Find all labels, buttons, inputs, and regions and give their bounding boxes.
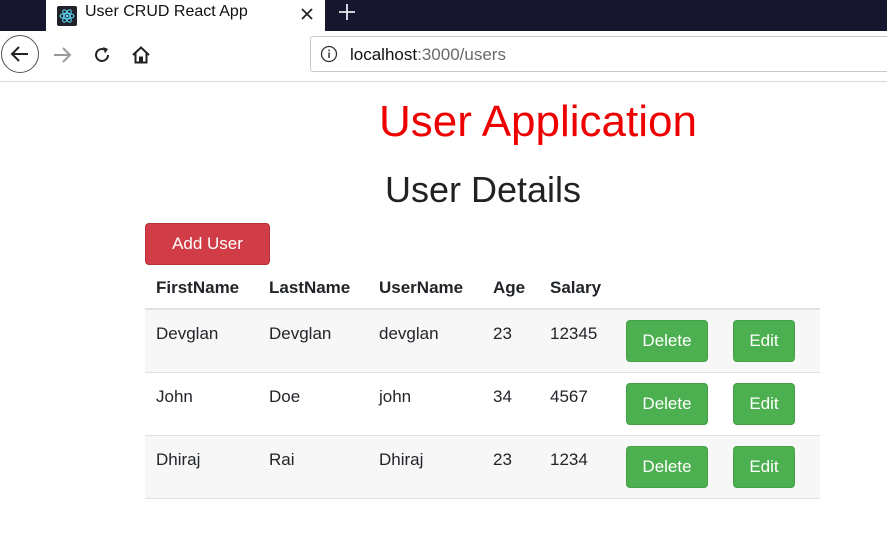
- cell-username: devglan: [379, 324, 439, 343]
- add-user-button[interactable]: Add User: [145, 223, 270, 265]
- edit-button[interactable]: Edit: [733, 446, 795, 488]
- edit-button[interactable]: Edit: [733, 383, 795, 425]
- delete-button[interactable]: Delete: [626, 383, 708, 425]
- column-header-salary: Salary: [550, 278, 602, 297]
- tab-strip: User CRUD React App: [0, 0, 887, 31]
- section-title: User Details: [385, 169, 582, 210]
- home-icon[interactable]: [128, 42, 154, 68]
- column-header-firstname: FirstName: [156, 278, 240, 297]
- url-text: localhost:3000/users: [350, 45, 506, 65]
- column-header-lastname: LastName: [269, 278, 351, 297]
- cell-username: Dhiraj: [379, 450, 424, 469]
- cell-age: 23: [493, 450, 512, 469]
- new-tab-icon[interactable]: [335, 0, 359, 24]
- cell-firstname: Dhiraj: [156, 450, 201, 469]
- table-row: Devglan Devglan devglan 23 12345 Delete …: [145, 310, 820, 373]
- cell-firstname: Devglan: [156, 324, 219, 343]
- back-arrow-icon[interactable]: [1, 35, 39, 73]
- info-icon[interactable]: [320, 45, 338, 63]
- cell-salary: 12345: [550, 324, 598, 343]
- cell-lastname: Doe: [269, 387, 301, 406]
- app-title: User Application: [379, 97, 697, 146]
- address-bar[interactable]: localhost:3000/users: [310, 36, 887, 72]
- users-table: FirstName LastName UserName Age Salary D…: [145, 268, 820, 499]
- reload-icon[interactable]: [89, 42, 115, 68]
- cell-salary: 1234: [550, 450, 588, 469]
- react-logo-icon: [57, 6, 77, 26]
- cell-lastname: Rai: [269, 450, 295, 469]
- delete-button[interactable]: Delete: [626, 320, 708, 362]
- forward-arrow-icon[interactable]: [48, 41, 76, 69]
- browser-tab[interactable]: User CRUD React App: [46, 0, 325, 31]
- delete-button[interactable]: Delete: [626, 446, 708, 488]
- column-header-username: UserName: [379, 278, 464, 297]
- cell-lastname: Devglan: [269, 324, 332, 343]
- cell-salary: 4567: [550, 387, 588, 406]
- close-tab-icon[interactable]: [297, 4, 317, 24]
- table-row: John Doe john 34 4567 Delete Edit: [145, 373, 820, 436]
- table-row: Dhiraj Rai Dhiraj 23 1234 Delete Edit: [145, 436, 820, 499]
- table-header: FirstName LastName UserName Age Salary: [145, 268, 820, 310]
- navigation-bar: localhost:3000/users: [0, 31, 887, 82]
- edit-button[interactable]: Edit: [733, 320, 795, 362]
- cell-username: john: [379, 387, 412, 406]
- column-header-age: Age: [493, 278, 526, 297]
- cell-age: 34: [493, 387, 512, 406]
- url-path: :3000/users: [417, 45, 506, 64]
- cell-age: 23: [493, 324, 512, 343]
- url-host: localhost: [350, 45, 418, 64]
- tab-title: User CRUD React App: [85, 3, 248, 20]
- cell-firstname: John: [156, 387, 193, 406]
